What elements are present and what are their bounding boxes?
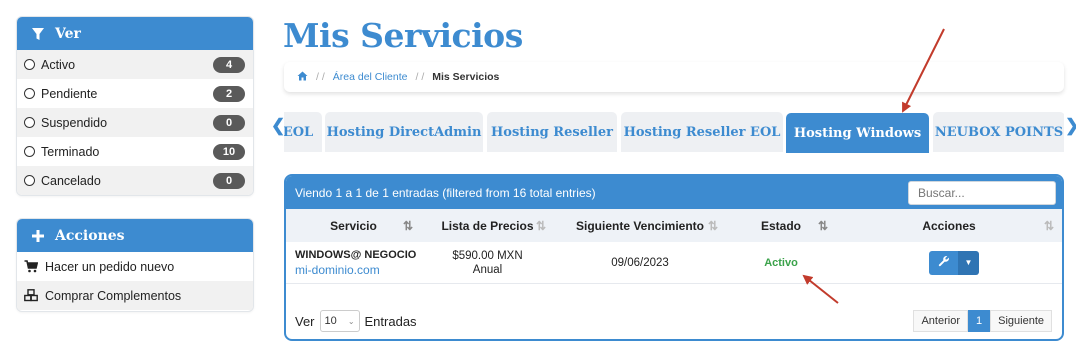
sort-icon[interactable]: ⇅: [818, 219, 828, 233]
billing-cycle: Anual: [472, 263, 503, 276]
pagination: Anterior 1 Siguiente: [913, 310, 1052, 332]
manage-button[interactable]: [929, 250, 958, 275]
tab-neubox-points[interactable]: NEUBOX POINTS: [933, 112, 1064, 152]
filter-panel: Ver Activo 4 Pendiente 2 Suspendido 0 Te…: [16, 16, 254, 196]
actions-button-group: ▼: [929, 250, 979, 275]
pagination-next[interactable]: Siguiente: [990, 310, 1052, 332]
cell-price: $590.00 MXN Anual: [421, 242, 554, 283]
breadcrumb: / / Área del Cliente / / Mis Servicios: [284, 62, 1064, 92]
chevron-down-icon: ⌄: [347, 316, 355, 326]
table-row[interactable]: WINDOWS@ NEGOCIO mi-dominio.com $590.00 …: [286, 242, 1062, 284]
filter-item-terminado[interactable]: Terminado 10: [17, 137, 253, 166]
tab-hosting-windows[interactable]: Hosting Windows: [786, 113, 929, 153]
plus-icon: [31, 229, 49, 243]
radio-button[interactable]: [24, 175, 35, 186]
filter-item-count: 2: [213, 85, 245, 102]
filter-item-label: Activo: [41, 57, 76, 72]
column-header-servicio[interactable]: Servicio ⇅: [286, 209, 421, 242]
sort-icon[interactable]: ⇅: [536, 219, 546, 233]
filter-item-label: Terminado: [41, 144, 100, 159]
services-table-card: Viendo 1 a 1 de 1 entradas (filtered fro…: [284, 174, 1064, 341]
filter-item-label: Pendiente: [41, 86, 98, 101]
filter-panel-title: Ver: [55, 25, 81, 42]
tabs-scroll-right-icon[interactable]: ❯: [1065, 116, 1076, 136]
action-new-order[interactable]: Hacer un pedido nuevo: [17, 252, 253, 281]
home-icon[interactable]: [297, 71, 308, 84]
service-name: WINDOWS@ NEGOCIO: [295, 248, 417, 261]
filter-icon: [31, 27, 49, 41]
radio-button[interactable]: [24, 59, 35, 70]
filter-item-pendiente[interactable]: Pendiente 2: [17, 79, 253, 108]
cell-actions: ▼: [836, 242, 1062, 283]
page-title: Mis Servicios: [283, 16, 523, 55]
table-info: Viendo 1 a 1 de 1 entradas (filtered fro…: [295, 185, 596, 200]
column-header-precios[interactable]: Lista de Precios ⇅: [421, 209, 554, 242]
cubes-icon: [24, 289, 39, 302]
column-header-estado[interactable]: Estado ⇅: [726, 209, 836, 242]
actions-dropdown-toggle[interactable]: ▼: [958, 250, 979, 275]
actions-panel: Acciones Hacer un pedido nuevo Comprar C…: [16, 218, 254, 312]
action-label: Hacer un pedido nuevo: [45, 259, 175, 274]
breadcrumb-separator: / /: [316, 71, 325, 83]
column-header-acciones[interactable]: Acciones ⇅: [836, 209, 1062, 242]
radio-button[interactable]: [24, 117, 35, 128]
table-column-headers: Servicio ⇅ Lista de Precios ⇅ Siguiente Ve…: [286, 209, 1062, 242]
wrench-icon: [938, 255, 950, 270]
service-tabs: EOL Hosting DirectAdmin Hosting Reseller…: [284, 112, 1064, 153]
filter-item-label: Cancelado: [41, 173, 101, 188]
filter-item-activo[interactable]: Activo 4: [17, 50, 253, 79]
filter-item-count: 0: [213, 114, 245, 131]
tab-eol[interactable]: EOL: [284, 112, 322, 152]
tab-hosting-reseller[interactable]: Hosting Reseller: [487, 112, 617, 152]
filter-item-count: 4: [213, 56, 245, 73]
page-length-value: 10: [324, 315, 337, 327]
status-badge: Activo: [764, 256, 798, 269]
action-label: Comprar Complementos: [45, 288, 182, 303]
actions-panel-title: Acciones: [55, 227, 125, 244]
filter-panel-header: Ver: [17, 17, 253, 50]
page-length-control: Ver 10 ⌄ Entradas: [295, 310, 417, 332]
page-length-select[interactable]: 10 ⌄: [319, 310, 360, 332]
caret-down-icon: ▼: [964, 258, 973, 267]
breadcrumb-separator: / /: [415, 71, 425, 83]
due-date: 09/06/2023: [611, 256, 669, 269]
pagination-prev[interactable]: Anterior: [913, 310, 968, 332]
search-input[interactable]: Buscar...: [908, 181, 1056, 205]
length-label-before: Ver: [295, 313, 315, 329]
breadcrumb-link-client-area[interactable]: Área del Cliente: [333, 71, 408, 83]
filter-item-count: 0: [213, 172, 245, 189]
sort-icon[interactable]: ⇅: [403, 219, 413, 233]
filter-item-suspendido[interactable]: Suspendido 0: [17, 108, 253, 137]
price-amount: $590.00 MXN: [452, 249, 523, 262]
cell-due-date: 09/06/2023: [554, 242, 726, 283]
pagination-page-1[interactable]: 1: [968, 310, 991, 332]
service-domain-link[interactable]: mi-dominio.com: [295, 263, 421, 277]
action-buy-addons[interactable]: Comprar Complementos: [17, 281, 253, 310]
filter-item-count: 10: [213, 143, 245, 160]
tab-hosting-directadmin[interactable]: Hosting DirectAdmin: [325, 112, 483, 152]
cart-icon: [24, 260, 39, 273]
sort-icon[interactable]: ⇅: [708, 219, 718, 233]
table-header-bar: Viendo 1 a 1 de 1 entradas (filtered fro…: [286, 176, 1062, 209]
length-label-after: Entradas: [364, 313, 417, 329]
tab-hosting-reseller-eol[interactable]: Hosting Reseller EOL: [621, 112, 783, 152]
radio-button[interactable]: [24, 146, 35, 157]
actions-panel-header: Acciones: [17, 219, 253, 252]
filter-item-cancelado[interactable]: Cancelado 0: [17, 166, 253, 195]
filter-item-label: Suspendido: [41, 115, 108, 130]
breadcrumb-current: Mis Servicios: [432, 71, 500, 83]
cell-status: Activo: [726, 242, 836, 283]
sort-icon[interactable]: ⇅: [1044, 219, 1054, 233]
cell-service: WINDOWS@ NEGOCIO mi-dominio.com: [286, 242, 421, 283]
column-header-vencimiento[interactable]: Siguiente Vencimiento ⇅: [554, 209, 726, 242]
radio-button[interactable]: [24, 88, 35, 99]
